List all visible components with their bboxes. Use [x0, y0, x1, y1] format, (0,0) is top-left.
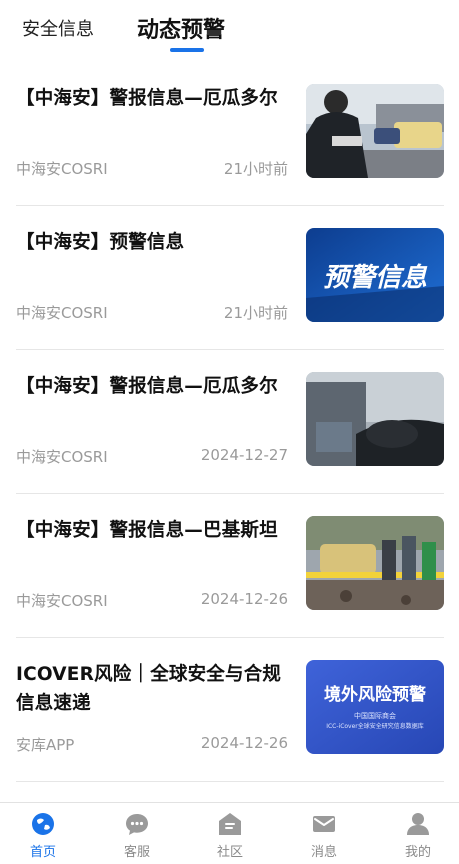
nav-label: 我的	[404, 845, 431, 860]
item-thumbnail	[306, 84, 444, 178]
item-thumbnail	[306, 516, 444, 610]
active-tab-indicator	[170, 48, 204, 52]
item-title: 【中海安】警报信息—厄瓜多尔	[16, 376, 278, 397]
item-source: 中海安COSRI	[16, 160, 108, 178]
list-item[interactable]: ICOVER风险｜全球安全与合规信息速递 安库APP 2024-12-26 境外…	[16, 638, 444, 782]
item-source: 安库APP	[16, 736, 75, 754]
item-title: 【中海安】预警信息	[16, 232, 185, 253]
item-source: 中海安COSRI	[16, 448, 108, 466]
globe-icon	[32, 813, 54, 835]
item-title: 【中海安】警报信息—巴基斯坦	[16, 520, 278, 541]
thumb-banner-db: ICC-iCover全球安全研究信息数据库	[326, 722, 424, 730]
nav-label: 客服	[123, 845, 150, 860]
list-item[interactable]: 【中海安】警报信息—厄瓜多尔 中海安COSRI 2024-12-27	[16, 350, 444, 494]
item-thumbnail: 预警信息	[306, 228, 444, 322]
profile-icon	[407, 813, 429, 835]
nav-label: 消息	[310, 845, 337, 860]
nav-messages[interactable]: 消息	[294, 811, 354, 860]
item-title: ICOVER风险｜全球安全与合规信息速递	[16, 664, 282, 714]
item-thumbnail	[306, 372, 444, 466]
thumb-banner-text: 预警信息	[323, 263, 428, 293]
divider	[16, 781, 444, 782]
tab-dynamic-alerts[interactable]: 动态预警	[137, 12, 225, 44]
item-title: 【中海安】警报信息—厄瓜多尔	[16, 88, 278, 109]
top-tabs: 安全信息 动态预警	[0, 0, 459, 58]
bottom-nav: 首页 客服 社区 消息 我的	[0, 802, 459, 864]
list-item[interactable]: 【中海安】预警信息 中海安COSRI 21小时前 预警信息	[16, 206, 444, 350]
item-thumbnail: 境外风险预警 中国国际商会 ICC-iCover全球安全研究信息数据库	[306, 660, 444, 754]
item-time: 2024-12-27	[200, 446, 288, 464]
item-source: 中海安COSRI	[16, 592, 108, 610]
item-time: 2024-12-26	[200, 734, 288, 752]
tab-security-info[interactable]: 安全信息	[22, 15, 94, 41]
thumb-banner-org: 中国国际商会	[354, 711, 396, 720]
item-time: 21小时前	[223, 304, 288, 322]
item-time: 21小时前	[223, 160, 288, 178]
nav-home[interactable]: 首页	[13, 811, 73, 860]
nav-label: 社区	[216, 845, 243, 860]
item-time: 2024-12-26	[200, 590, 288, 608]
nav-profile[interactable]: 我的	[388, 811, 448, 860]
community-icon	[219, 813, 241, 835]
nav-label: 首页	[29, 845, 56, 860]
nav-customer-service[interactable]: 客服	[107, 811, 167, 860]
nav-community[interactable]: 社区	[200, 811, 260, 860]
chat-icon	[126, 814, 148, 835]
mail-icon	[313, 816, 335, 832]
list-item[interactable]: 【中海安】警报信息—厄瓜多尔 中海安COSRI 21小时前	[16, 62, 444, 206]
list-item[interactable]: 【中海安】警报信息—巴基斯坦 中海安COSRI 2024-12-26	[16, 494, 444, 638]
item-source: 中海安COSRI	[16, 304, 108, 322]
thumb-banner-title: 境外风险预警	[324, 684, 426, 705]
